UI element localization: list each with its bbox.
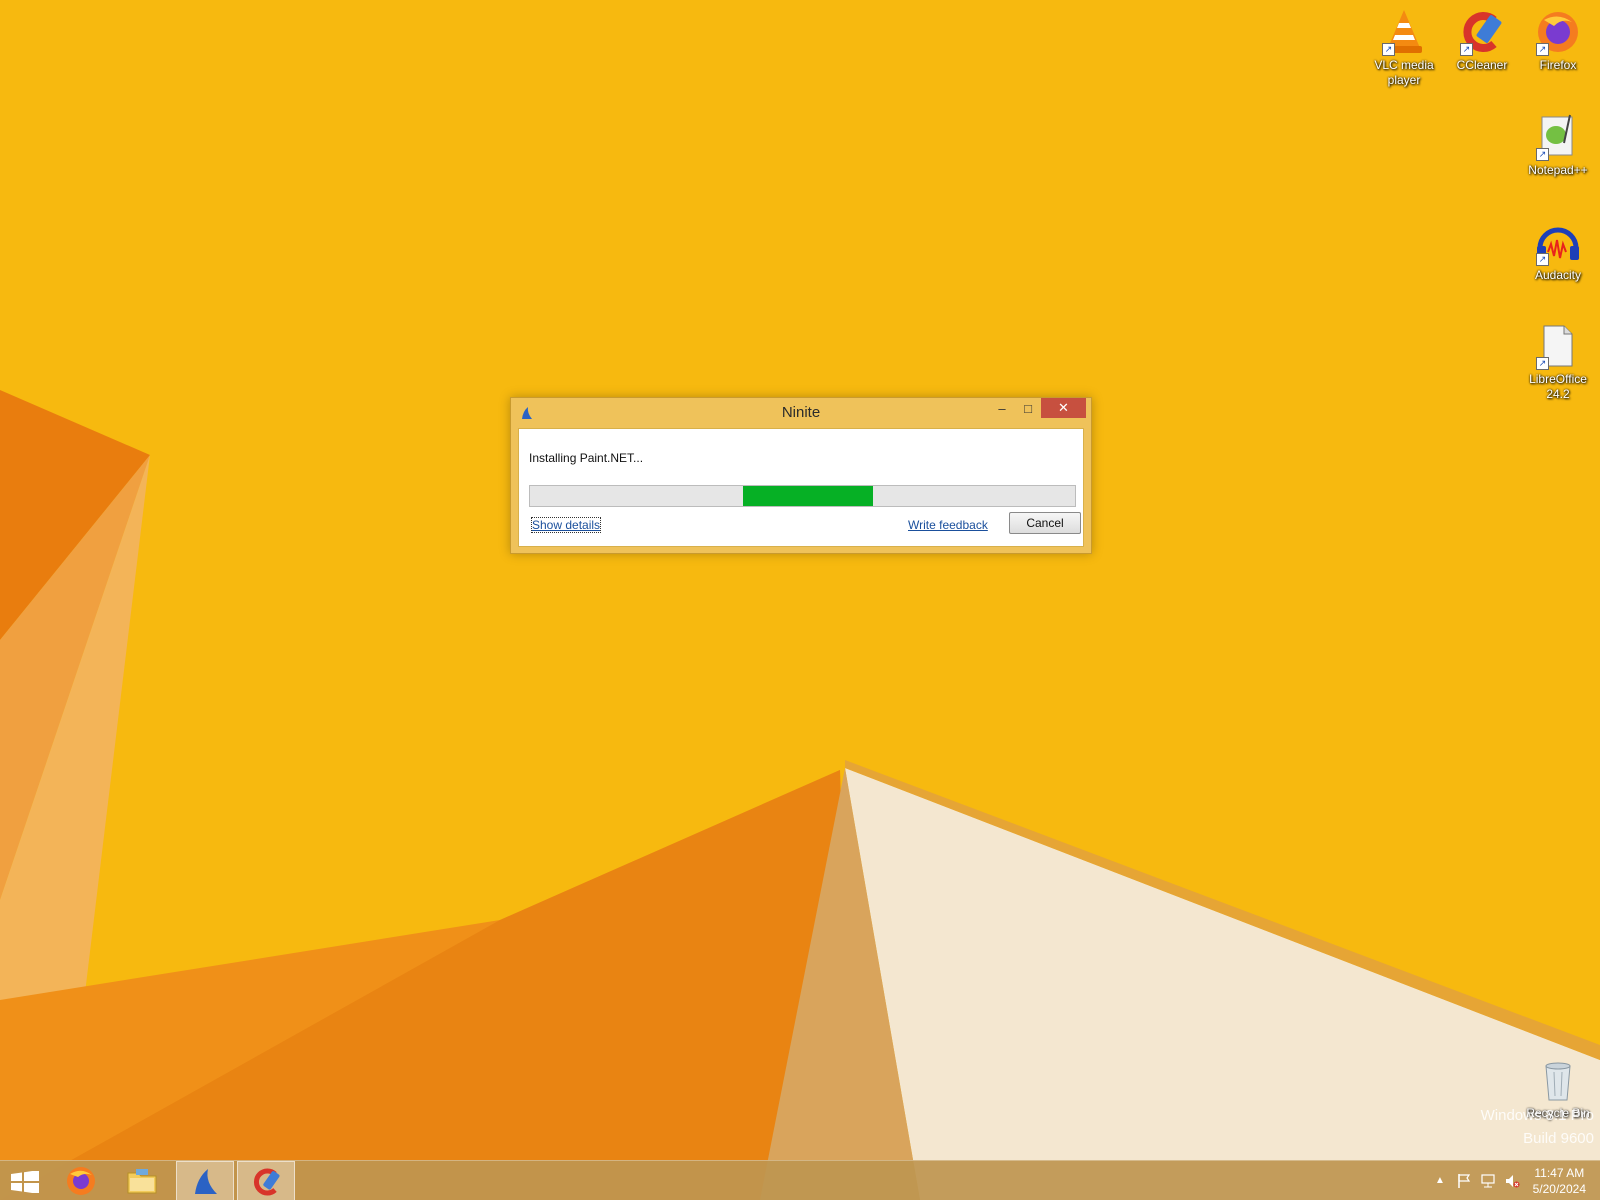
taskbar-ninite[interactable] <box>176 1161 234 1200</box>
network-icon[interactable] <box>1480 1173 1496 1189</box>
shortcut-arrow-icon: ↗ <box>1536 148 1549 161</box>
watermark-edition: Windows 8.1 Pro <box>1480 1107 1594 1124</box>
clock-date: 5/20/2024 <box>1532 1182 1586 1196</box>
firefox-icon <box>67 1167 95 1195</box>
taskbar-ccleaner[interactable] <box>237 1161 295 1200</box>
window-content: Installing Paint.NET... Show details Wri… <box>518 428 1084 547</box>
desktop-icon-vlc[interactable]: ↗ VLC media player <box>1364 8 1444 88</box>
cancel-button[interactable]: Cancel <box>1009 512 1081 534</box>
ccleaner-icon <box>254 1168 280 1196</box>
taskbar-file-explorer[interactable] <box>113 1161 171 1200</box>
shortcut-arrow-icon: ↗ <box>1536 357 1549 370</box>
vlc-icon: ↗ <box>1380 8 1428 56</box>
desktop-icon-notepadpp[interactable]: ↗ Notepad++ <box>1518 113 1598 178</box>
title-bar[interactable]: Ninite – □ ✕ <box>511 398 1091 428</box>
shortcut-arrow-icon: ↗ <box>1536 43 1549 56</box>
show-details-link[interactable]: Show details <box>530 517 602 533</box>
windows-logo-icon <box>11 1171 39 1193</box>
maximize-icon: □ <box>1024 401 1032 416</box>
flag-icon[interactable] <box>1456 1173 1472 1189</box>
notepadpp-icon: ↗ <box>1534 113 1582 161</box>
ninite-icon <box>195 1169 217 1194</box>
close-button[interactable]: ✕ <box>1041 398 1086 418</box>
ninite-window: Ninite – □ ✕ Installing Paint.NET... Sho… <box>510 397 1092 554</box>
windows-watermark: Windows 8.1 Pro Build 9600 <box>1481 1104 1594 1150</box>
volume-muted-icon[interactable] <box>1504 1173 1520 1189</box>
recycle-bin-icon <box>1534 1056 1582 1104</box>
wallpaper <box>0 0 1600 1200</box>
system-tray: ▲ 11:47 AM 5/20/2024 <box>1400 1161 1600 1200</box>
desktop-icon-firefox[interactable]: ↗ Firefox <box>1518 8 1598 73</box>
desktop-icon-libreoffice[interactable]: ↗ LibreOffice 24.2 <box>1518 322 1598 402</box>
minimize-icon: – <box>998 401 1006 416</box>
desktop-icon-ccleaner[interactable]: ↗ CCleaner <box>1442 8 1522 73</box>
progress-bar <box>529 485 1076 507</box>
status-text: Installing Paint.NET... <box>529 451 644 465</box>
start-button[interactable] <box>0 1161 50 1200</box>
ccleaner-icon: ↗ <box>1458 8 1506 56</box>
write-feedback-link[interactable]: Write feedback <box>908 518 988 532</box>
desktop-icon-label: VLC media player <box>1374 58 1434 87</box>
shortcut-arrow-icon: ↗ <box>1536 253 1549 266</box>
desktop: ↗ VLC media player ↗ CCleaner ↗ Firefox <box>0 0 1600 1200</box>
taskbar: ▲ 11:47 AM 5/20/2024 <box>0 1160 1600 1200</box>
libreoffice-icon: ↗ <box>1534 322 1582 370</box>
folder-icon <box>127 1169 157 1194</box>
desktop-icon-label: CCleaner <box>1456 58 1508 72</box>
firefox-icon: ↗ <box>1534 8 1582 56</box>
desktop-icon-audacity[interactable]: ↗ Audacity <box>1518 218 1598 283</box>
clock[interactable]: 11:47 AM 5/20/2024 <box>1533 1165 1586 1197</box>
desktop-icon-label: Firefox <box>1539 58 1577 72</box>
desktop-icon-label: Audacity <box>1534 268 1582 282</box>
watermark-build: Build 9600 <box>1523 1130 1594 1147</box>
progress-fill <box>742 486 874 506</box>
audacity-icon: ↗ <box>1534 218 1582 266</box>
shortcut-arrow-icon: ↗ <box>1460 43 1473 56</box>
minimize-button[interactable]: – <box>989 399 1015 419</box>
close-icon: ✕ <box>1058 400 1069 415</box>
maximize-button[interactable]: □ <box>1015 399 1041 419</box>
taskbar-firefox[interactable] <box>52 1161 110 1200</box>
clock-time: 11:47 AM <box>1534 1166 1585 1180</box>
shortcut-arrow-icon: ↗ <box>1382 43 1395 56</box>
chevron-up-icon[interactable]: ▲ <box>1432 1173 1448 1189</box>
desktop-icon-label: Notepad++ <box>1528 163 1588 177</box>
desktop-icon-label: LibreOffice 24.2 <box>1529 372 1587 401</box>
